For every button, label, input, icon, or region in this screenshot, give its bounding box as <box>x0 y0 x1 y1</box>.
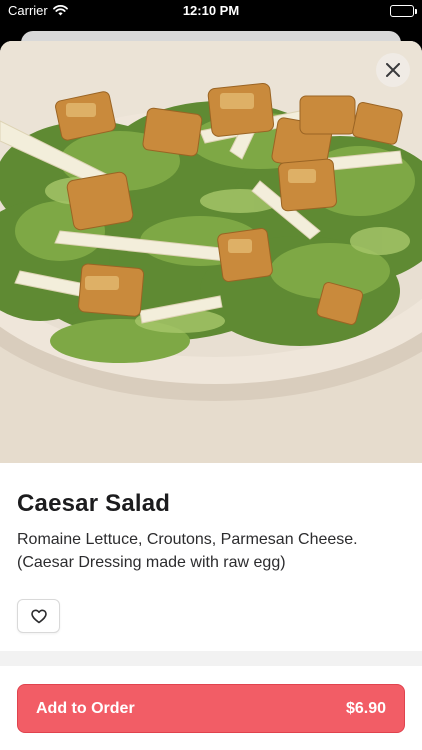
caesar-salad-photo <box>0 41 422 463</box>
close-button[interactable] <box>376 53 410 87</box>
item-description: Romaine Lettuce, Croutons, Parmesan Chee… <box>17 531 358 571</box>
heart-icon <box>30 609 47 623</box>
item-photo <box>0 41 422 463</box>
close-icon <box>386 63 400 77</box>
item-detail-sheet: Caesar Salad Romaine Lettuce, Croutons, … <box>0 41 422 750</box>
item-details: Caesar Salad Romaine Lettuce, Croutons, … <box>0 463 422 633</box>
section-divider <box>0 651 422 666</box>
favorite-button[interactable] <box>17 599 60 633</box>
add-to-order-label: Add to Order <box>36 699 135 717</box>
item-title: Caesar Salad <box>17 490 171 517</box>
status-bar: Carrier 12:10 PM <box>0 0 422 22</box>
order-footer: Add to Order $6.90 <box>0 666 422 750</box>
screen: Carrier 12:10 PM Caesar Salad Romaine Le… <box>0 0 422 750</box>
battery-icon <box>390 5 417 17</box>
item-price: $6.90 <box>345 699 386 717</box>
status-time: 12:10 PM <box>182 3 240 18</box>
add-to-order-button[interactable]: Add to Order $6.90 <box>17 684 405 733</box>
